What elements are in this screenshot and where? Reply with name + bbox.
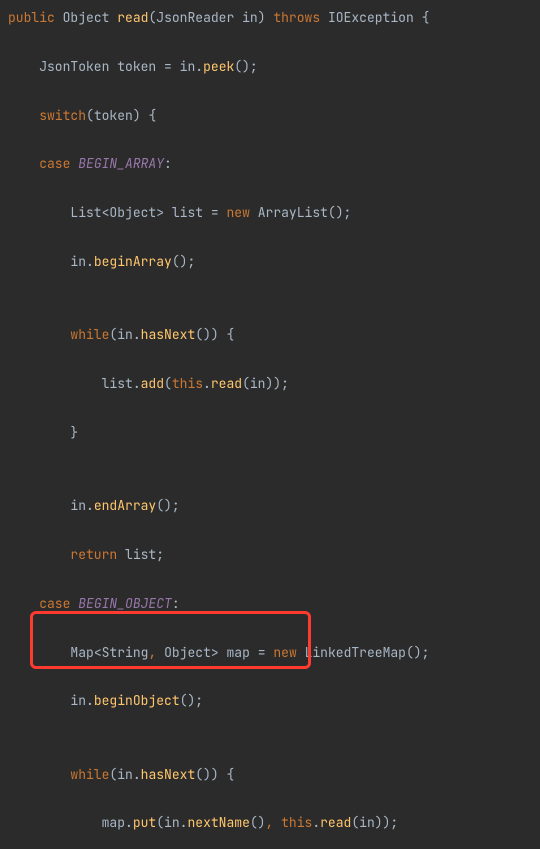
code-line: public Object read(JsonReader in) throws… xyxy=(8,6,532,30)
code-line: while(in.hasNext()) { xyxy=(8,763,532,787)
code-line: case BEGIN_ARRAY: xyxy=(8,152,532,176)
code-line: in.beginArray(); xyxy=(8,250,532,274)
code-line: Map<String, Object> map = new LinkedTree… xyxy=(8,641,532,665)
code-editor[interactable]: public Object read(JsonReader in) throws… xyxy=(0,0,540,849)
code-line: return list; xyxy=(8,543,532,567)
code-line: List<Object> list = new ArrayList(); xyxy=(8,201,532,225)
code-line: while(in.hasNext()) { xyxy=(8,323,532,347)
code-line: in.beginObject(); xyxy=(8,689,532,713)
code-line: } xyxy=(8,421,532,445)
code-line: map.put(in.nextName(), this.read(in)); xyxy=(8,811,532,835)
code-line: JsonToken token = in.peek(); xyxy=(8,55,532,79)
code-line: list.add(this.read(in)); xyxy=(8,372,532,396)
code-line: in.endArray(); xyxy=(8,494,532,518)
code-line: case BEGIN_OBJECT: xyxy=(8,592,532,616)
code-line: switch(token) { xyxy=(8,104,532,128)
